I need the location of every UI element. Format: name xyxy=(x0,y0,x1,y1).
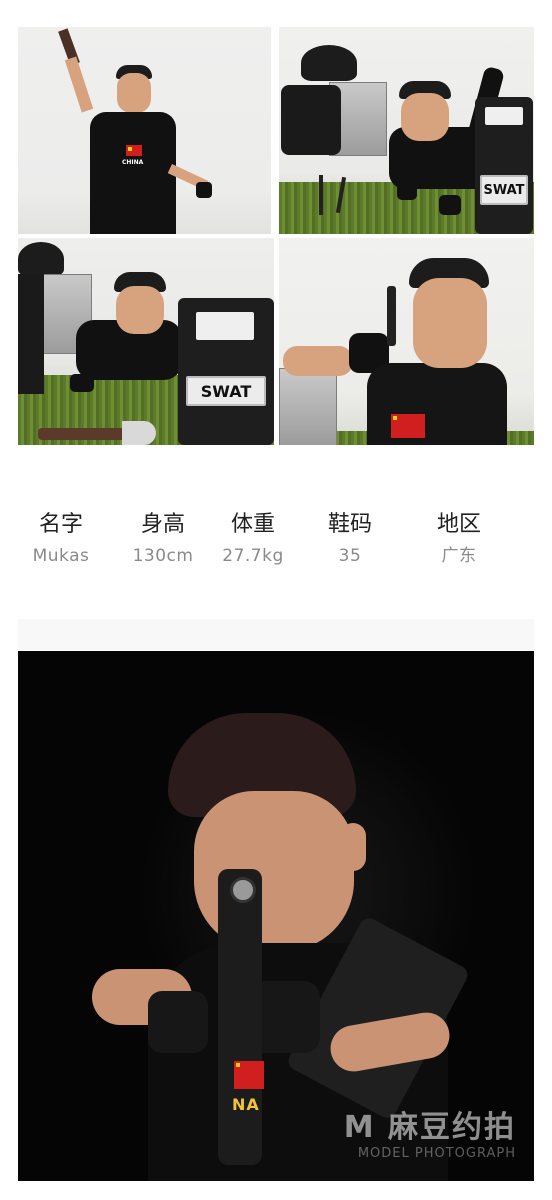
photo-boy-raising-axe[interactable]: CHINA xyxy=(18,27,271,234)
photo-boy-smiling-with-shield[interactable]: SWAT xyxy=(18,238,274,445)
name-field: 名字 Mukas xyxy=(18,508,104,570)
tripod-leg xyxy=(319,175,323,215)
flag-patch xyxy=(126,145,142,156)
face xyxy=(413,278,487,368)
shoe-size-value: 35 xyxy=(338,546,362,566)
tactical-gear xyxy=(18,274,44,394)
flag-patch xyxy=(234,1061,264,1089)
region-value: 广东 xyxy=(441,546,477,566)
raised-arm xyxy=(64,56,94,113)
glove xyxy=(70,374,94,392)
rifle-scope xyxy=(230,877,256,903)
height-label: 身高 xyxy=(140,512,185,537)
glove xyxy=(397,180,417,200)
toy-rifle xyxy=(218,869,262,1165)
watermark-logo: M xyxy=(343,1110,376,1145)
name-label: 名字 xyxy=(38,512,83,537)
shield-label: SWAT xyxy=(185,376,267,406)
shoe-size-field: 鞋码 35 xyxy=(307,508,393,570)
glove xyxy=(196,182,212,198)
photo-boy-with-radio[interactable] xyxy=(279,238,534,445)
watermark-text: 麻豆约拍 xyxy=(388,1110,516,1145)
helmet xyxy=(18,242,64,276)
axe-handle xyxy=(38,428,128,440)
face xyxy=(401,93,449,141)
metal-case xyxy=(279,368,337,445)
helmet xyxy=(301,45,357,81)
hero-photo-boy-aiming[interactable]: NA M 麻豆约拍 MODEL PHOTOGRAPH xyxy=(18,651,534,1181)
region-field: 地区 广东 xyxy=(416,508,502,570)
arm xyxy=(283,346,353,376)
height-value: 130cm xyxy=(132,546,194,566)
left-glove xyxy=(148,991,208,1053)
swat-shield: SWAT xyxy=(178,298,274,445)
watermark-main: M 麻豆约拍 xyxy=(344,1102,516,1146)
shield-label: SWAT xyxy=(479,175,529,205)
profile-info: 名字 Mukas 身高 130cm 体重 27.7kg 鞋码 35 地区 广东 xyxy=(18,508,534,578)
photo-boy-lying-with-gear[interactable]: SWAT xyxy=(279,27,534,234)
ear xyxy=(340,823,366,871)
face xyxy=(117,73,151,113)
shirt-text: NA xyxy=(232,1095,260,1114)
section-divider xyxy=(18,619,534,650)
shield-window xyxy=(196,312,254,340)
radio xyxy=(387,286,396,346)
watermark-subtext: MODEL PHOTOGRAPH xyxy=(357,1146,516,1161)
vest xyxy=(367,363,507,445)
flag-patch xyxy=(391,414,425,438)
axe-head xyxy=(122,421,156,445)
shirt-text: CHINA xyxy=(122,159,144,166)
photo-grid: CHINA SWAT SWAT xyxy=(18,27,534,445)
shoe-size-label: 鞋码 xyxy=(327,512,372,537)
tactical-gear xyxy=(281,85,341,155)
shield-window xyxy=(485,107,523,125)
weight-label: 体重 xyxy=(230,512,275,537)
face xyxy=(116,286,164,334)
region-label: 地区 xyxy=(436,512,481,537)
glove xyxy=(439,195,461,215)
height-field: 身高 130cm xyxy=(120,508,206,570)
name-value: Mukas xyxy=(32,546,90,566)
swat-shield: SWAT xyxy=(475,97,533,234)
vest xyxy=(90,112,176,234)
weight-value: 27.7kg xyxy=(222,546,284,566)
weight-field: 体重 27.7kg xyxy=(210,508,296,570)
watermark: M 麻豆约拍 MODEL PHOTOGRAPH xyxy=(344,1102,516,1161)
